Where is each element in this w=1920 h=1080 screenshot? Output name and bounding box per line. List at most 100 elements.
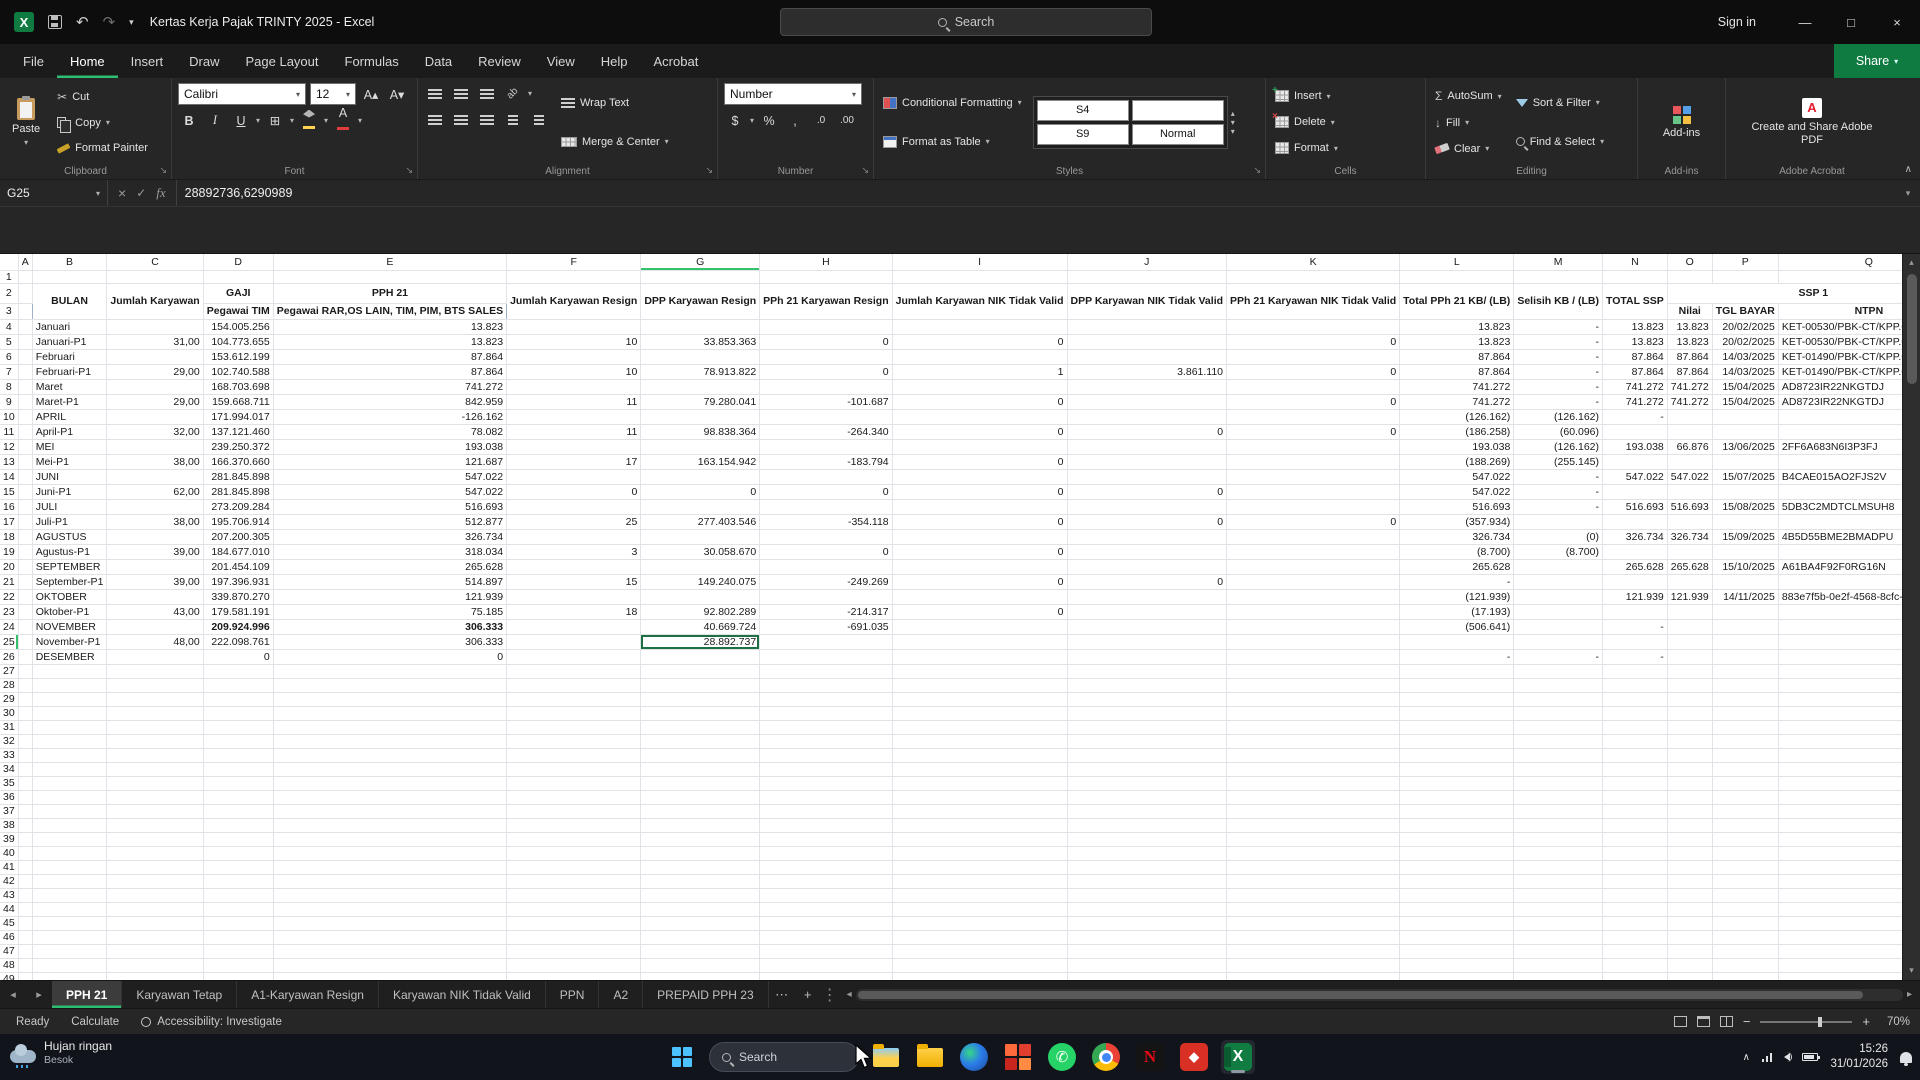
cell-O5[interactable]: 13.823 (1667, 334, 1713, 350)
cell-K43[interactable] (1226, 888, 1401, 903)
cell-L5[interactable]: 13.823 (1399, 334, 1515, 350)
cell-Q49[interactable] (1778, 972, 1920, 980)
number-dialog-launcher-icon[interactable]: ↘ (861, 165, 869, 176)
new-sheet-button[interactable]: + (795, 981, 821, 1008)
cell-H46[interactable] (759, 930, 893, 945)
menu-tab-draw[interactable]: Draw (176, 44, 232, 78)
cell-L28[interactable] (1399, 678, 1515, 693)
clipboard-dialog-launcher-icon[interactable]: ↘ (159, 165, 167, 176)
accounting-format-icon[interactable]: $ (724, 110, 746, 131)
cell-O47[interactable] (1667, 944, 1713, 959)
cell-B24[interactable]: NOVEMBER (32, 619, 108, 635)
cell-B43[interactable] (32, 888, 108, 903)
cell-K35[interactable] (1226, 776, 1401, 791)
cell-M6[interactable]: - (1513, 349, 1603, 365)
cell-C5[interactable]: 31,00 (106, 334, 204, 350)
cell-C8[interactable] (106, 379, 204, 395)
cell-I10[interactable] (892, 409, 1068, 425)
row-header-42[interactable]: 42 (0, 874, 19, 889)
cell-O10[interactable] (1667, 409, 1713, 425)
battery-icon[interactable] (1802, 1053, 1821, 1061)
cell-I42[interactable] (892, 874, 1068, 889)
cell-J27[interactable] (1067, 664, 1228, 679)
cell-B21[interactable]: September-P1 (32, 574, 108, 590)
cell-Q37[interactable] (1778, 804, 1920, 819)
cell-J49[interactable] (1067, 972, 1228, 980)
cell-A7[interactable] (18, 364, 33, 380)
menu-tab-data[interactable]: Data (412, 44, 465, 78)
cell-Q44[interactable] (1778, 902, 1920, 917)
cell-Q41[interactable] (1778, 860, 1920, 875)
cell-Q9[interactable]: AD8723IR22NKGTDJ (1778, 394, 1920, 410)
cell-H21[interactable]: -249.269 (759, 574, 893, 590)
styles-more-icon[interactable]: ▾ (1231, 127, 1235, 136)
cell-M16[interactable]: - (1513, 499, 1603, 515)
cell-N22[interactable]: 121.939 (1602, 589, 1668, 605)
format-as-table-button[interactable]: Format as Table ▾ (880, 135, 1025, 149)
column-header-D[interactable]: D (203, 254, 274, 271)
cell-C48[interactable] (106, 958, 204, 973)
column-header-I[interactable]: I (892, 254, 1068, 271)
cell-F27[interactable] (506, 664, 642, 679)
select-all-button[interactable] (0, 254, 19, 271)
cell-E24[interactable]: 306.333 (273, 619, 508, 635)
cell-N7[interactable]: 87.864 (1602, 364, 1668, 380)
cell-D28[interactable] (203, 678, 274, 693)
cell-F13[interactable]: 17 (506, 454, 642, 470)
cell-K23[interactable] (1226, 604, 1401, 620)
cell-D37[interactable] (203, 804, 274, 819)
edge-icon[interactable] (957, 1040, 991, 1074)
cell-K28[interactable] (1226, 678, 1401, 693)
cell-N23[interactable] (1602, 604, 1668, 620)
cell-C9[interactable]: 29,00 (106, 394, 204, 410)
sign-in-button[interactable]: Sign in (1692, 15, 1782, 29)
menu-tab-formulas[interactable]: Formulas (332, 44, 412, 78)
cell-F14[interactable] (506, 469, 642, 485)
cell-G8[interactable] (640, 379, 761, 395)
cell-F32[interactable] (506, 734, 642, 749)
cell-J42[interactable] (1067, 874, 1228, 889)
cell-G37[interactable] (640, 804, 761, 819)
cell-M34[interactable] (1513, 762, 1603, 777)
cell-F4[interactable] (506, 319, 642, 335)
cell-G47[interactable] (640, 944, 761, 959)
cell-Q12[interactable]: 2FF6A683N6I3P3FJ (1778, 439, 1920, 455)
sheet-tab-pph-21[interactable]: PPH 21 (52, 981, 123, 1008)
cell-L26[interactable]: - (1399, 649, 1515, 665)
cell-P40[interactable] (1712, 846, 1779, 861)
cell-I8[interactable] (892, 379, 1068, 395)
row-header-30[interactable]: 30 (0, 706, 19, 721)
cell-C16[interactable] (106, 499, 204, 515)
cell-K26[interactable] (1226, 649, 1401, 665)
cell-D10[interactable]: 171.994.017 (203, 409, 274, 425)
cell-N28[interactable] (1602, 678, 1668, 693)
cell-H10[interactable] (759, 409, 893, 425)
cell-I1[interactable] (892, 270, 1068, 284)
cell-D24[interactable]: 209.924.996 (203, 619, 274, 635)
row-header-1[interactable]: 1 (0, 270, 19, 284)
cut-button[interactable]: ✂ Cut (54, 89, 151, 105)
cell-N45[interactable] (1602, 916, 1668, 931)
cell-N24[interactable]: - (1602, 619, 1668, 635)
cell-N48[interactable] (1602, 958, 1668, 973)
horizontal-scroll-thumb[interactable] (857, 990, 1864, 999)
cell-O42[interactable] (1667, 874, 1713, 889)
cell-O11[interactable] (1667, 424, 1713, 440)
cell-D39[interactable] (203, 832, 274, 847)
cell-D46[interactable] (203, 930, 274, 945)
font-color-icon[interactable]: A (332, 107, 354, 131)
header-selisih[interactable]: Selisih KB / (LB) (1513, 282, 1603, 320)
align-top-icon[interactable] (424, 83, 446, 104)
row-header-41[interactable]: 41 (0, 860, 19, 875)
cell-E30[interactable] (273, 706, 508, 721)
cell-B22[interactable]: OKTOBER (32, 589, 108, 605)
cell-H23[interactable]: -214.317 (759, 604, 893, 620)
cell-N1[interactable] (1602, 270, 1668, 284)
cell-Q39[interactable] (1778, 832, 1920, 847)
cell-F23[interactable]: 18 (506, 604, 642, 620)
save-icon[interactable] (48, 15, 62, 29)
cell-K46[interactable] (1226, 930, 1401, 945)
column-header-L[interactable]: L (1399, 254, 1515, 271)
cell-C31[interactable] (106, 720, 204, 735)
cell-C30[interactable] (106, 706, 204, 721)
